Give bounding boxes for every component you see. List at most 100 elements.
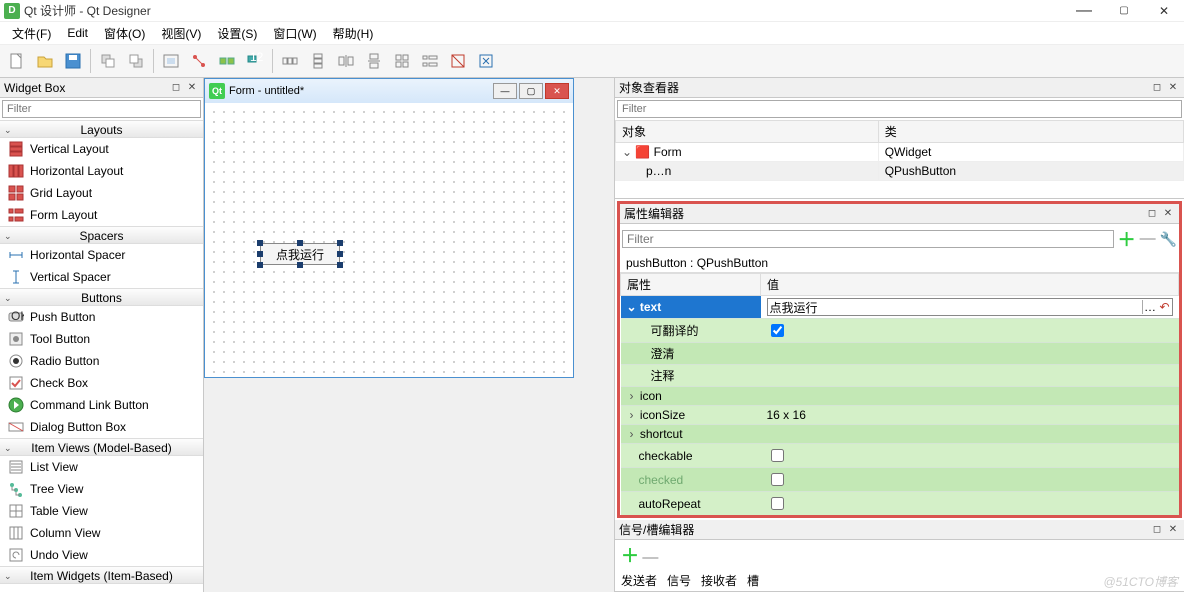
widget-listview[interactable]: List View <box>0 456 203 478</box>
widget-vspacer[interactable]: Vertical Spacer <box>0 266 203 288</box>
col-slot[interactable]: 槽 <box>747 572 759 589</box>
autorepeat-checkbox[interactable] <box>771 497 784 510</box>
widget-radiobtn[interactable]: Radio Button <box>0 350 203 372</box>
col-signal[interactable]: 信号 <box>667 572 691 589</box>
form-close-button[interactable]: ✕ <box>545 83 569 99</box>
resize-handle[interactable] <box>297 262 303 268</box>
prop-translatable-row[interactable]: 可翻译的 <box>621 319 1179 343</box>
prop-shortcut-row[interactable]: › shortcut <box>621 425 1179 444</box>
menu-edit[interactable]: Edit <box>61 24 94 42</box>
widget-dlgbox[interactable]: Dialog Button Box <box>0 416 203 438</box>
edit-buddies-button[interactable] <box>214 48 240 74</box>
prop-iconsize-row[interactable]: › iconSize16 x 16 <box>621 406 1179 425</box>
add-property-icon[interactable]: ＋ <box>1118 226 1136 252</box>
edit-dots-icon[interactable]: … <box>1142 300 1158 314</box>
dock-close-icon[interactable]: ✕ <box>1161 207 1175 221</box>
dock-float-icon[interactable]: ◻ <box>1150 81 1164 95</box>
menu-help[interactable]: 帮助(H) <box>327 23 380 44</box>
widget-columnview[interactable]: Column View <box>0 522 203 544</box>
prop-icon-row[interactable]: › icon <box>621 387 1179 406</box>
resize-handle[interactable] <box>257 262 263 268</box>
open-file-button[interactable] <box>32 48 58 74</box>
layout-h-button[interactable] <box>277 48 303 74</box>
form-titlebar[interactable]: Qt Form - untitled* — ▢ ✕ <box>205 79 573 103</box>
object-row[interactable]: p…nQPushButton <box>616 162 1184 181</box>
checkable-checkbox[interactable] <box>771 449 784 462</box>
dock-float-icon[interactable]: ◻ <box>1145 207 1159 221</box>
prop-text-row[interactable]: ⌄ text …↶ <box>621 296 1179 319</box>
layout-form-button[interactable] <box>417 48 443 74</box>
pushbutton-widget[interactable]: 点我运行 <box>260 243 340 265</box>
translatable-checkbox[interactable] <box>771 324 784 337</box>
prop-checkable-row[interactable]: checkable <box>621 444 1179 468</box>
object-row[interactable]: ⌄ 🟥 FormQWidget <box>616 143 1184 162</box>
dock-close-icon[interactable]: ✕ <box>1166 81 1180 95</box>
resize-handle[interactable] <box>337 251 343 257</box>
close-button[interactable]: ✕ <box>1144 0 1184 22</box>
widgetbox-filter[interactable] <box>2 100 201 118</box>
widget-cmdlink[interactable]: Command Link Button <box>0 394 203 416</box>
form-min-button[interactable]: — <box>493 83 517 99</box>
adjust-size-button[interactable] <box>473 48 499 74</box>
form-canvas[interactable]: 点我运行 <box>205 103 573 377</box>
objinspector-filter[interactable] <box>617 100 1182 118</box>
propeditor-filter[interactable] <box>622 230 1114 248</box>
maximize-button[interactable]: ▢ <box>1104 0 1144 22</box>
resize-handle[interactable] <box>337 240 343 246</box>
prop-autorepeat-row[interactable]: autoRepeat <box>621 492 1179 516</box>
resize-handle[interactable] <box>257 240 263 246</box>
edit-widgets-button[interactable] <box>158 48 184 74</box>
object-tree[interactable]: 对象类 ⌄ 🟥 FormQWidget p…nQPushButton <box>615 120 1184 181</box>
widget-undoview[interactable]: Undo View <box>0 544 203 566</box>
section-itemwidgets[interactable]: Item Widgets (Item-Based) <box>0 566 203 584</box>
remove-connection-icon[interactable]: — <box>642 549 658 566</box>
form-max-button[interactable]: ▢ <box>519 83 543 99</box>
col-property[interactable]: 属性 <box>621 274 761 296</box>
dock-float-icon[interactable]: ◻ <box>169 81 183 95</box>
menu-settings[interactable]: 设置(S) <box>211 23 263 44</box>
property-table[interactable]: 属性值 ⌄ text …↶ 可翻译的 澄清 注释 › icon › iconSi… <box>620 273 1179 515</box>
section-layouts[interactable]: Layouts <box>0 120 203 138</box>
widget-tableview[interactable]: Table View <box>0 500 203 522</box>
form-window[interactable]: Qt Form - untitled* — ▢ ✕ 点我运行 <box>204 78 574 378</box>
layout-v-splitter-button[interactable] <box>361 48 387 74</box>
col-class[interactable]: 类 <box>878 121 1183 143</box>
prop-checked-row[interactable]: checked <box>621 468 1179 492</box>
edit-tab-order-button[interactable]: 123 <box>242 48 268 74</box>
section-spacers[interactable]: Spacers <box>0 226 203 244</box>
layout-v-button[interactable] <box>305 48 331 74</box>
minimize-button[interactable]: — <box>1064 0 1104 22</box>
widget-checkbox[interactable]: Check Box <box>0 372 203 394</box>
dock-close-icon[interactable]: ✕ <box>1166 523 1180 537</box>
add-connection-icon[interactable]: ＋ <box>621 546 639 566</box>
checked-checkbox[interactable] <box>771 473 784 486</box>
col-receiver[interactable]: 接收者 <box>701 572 737 589</box>
dock-close-icon[interactable]: ✕ <box>185 81 199 95</box>
dock-float-icon[interactable]: ◻ <box>1150 523 1164 537</box>
col-value[interactable]: 值 <box>761 274 1179 296</box>
menu-window[interactable]: 窗口(W) <box>267 23 322 44</box>
menu-view[interactable]: 视图(V) <box>155 23 207 44</box>
menu-forms[interactable]: 窗体(O) <box>98 23 151 44</box>
widget-hspacer[interactable]: Horizontal Spacer <box>0 244 203 266</box>
widget-treeview[interactable]: Tree View <box>0 478 203 500</box>
save-button[interactable] <box>60 48 86 74</box>
prop-note-row[interactable]: 注释 <box>621 365 1179 387</box>
design-area[interactable]: Qt Form - untitled* — ▢ ✕ 点我运行 <box>204 78 615 592</box>
bring-front-button[interactable] <box>123 48 149 74</box>
resize-handle[interactable] <box>257 251 263 257</box>
menu-file[interactable]: 文件(F) <box>6 23 57 44</box>
widget-vlayout[interactable]: Vertical Layout <box>0 138 203 160</box>
edit-signals-button[interactable] <box>186 48 212 74</box>
remove-property-icon[interactable]: — <box>1140 230 1156 248</box>
new-file-button[interactable] <box>4 48 30 74</box>
section-itemviews[interactable]: Item Views (Model-Based) <box>0 438 203 456</box>
prop-clear-row[interactable]: 澄清 <box>621 343 1179 365</box>
widgetbox-list[interactable]: Layouts Vertical Layout Horizontal Layou… <box>0 120 203 592</box>
widget-pushbtn[interactable]: OKPush Button <box>0 306 203 328</box>
layout-h-splitter-button[interactable] <box>333 48 359 74</box>
widget-grid[interactable]: Grid Layout <box>0 182 203 204</box>
widget-hlayout[interactable]: Horizontal Layout <box>0 160 203 182</box>
widget-toolbtn[interactable]: Tool Button <box>0 328 203 350</box>
widget-form[interactable]: Form Layout <box>0 204 203 226</box>
